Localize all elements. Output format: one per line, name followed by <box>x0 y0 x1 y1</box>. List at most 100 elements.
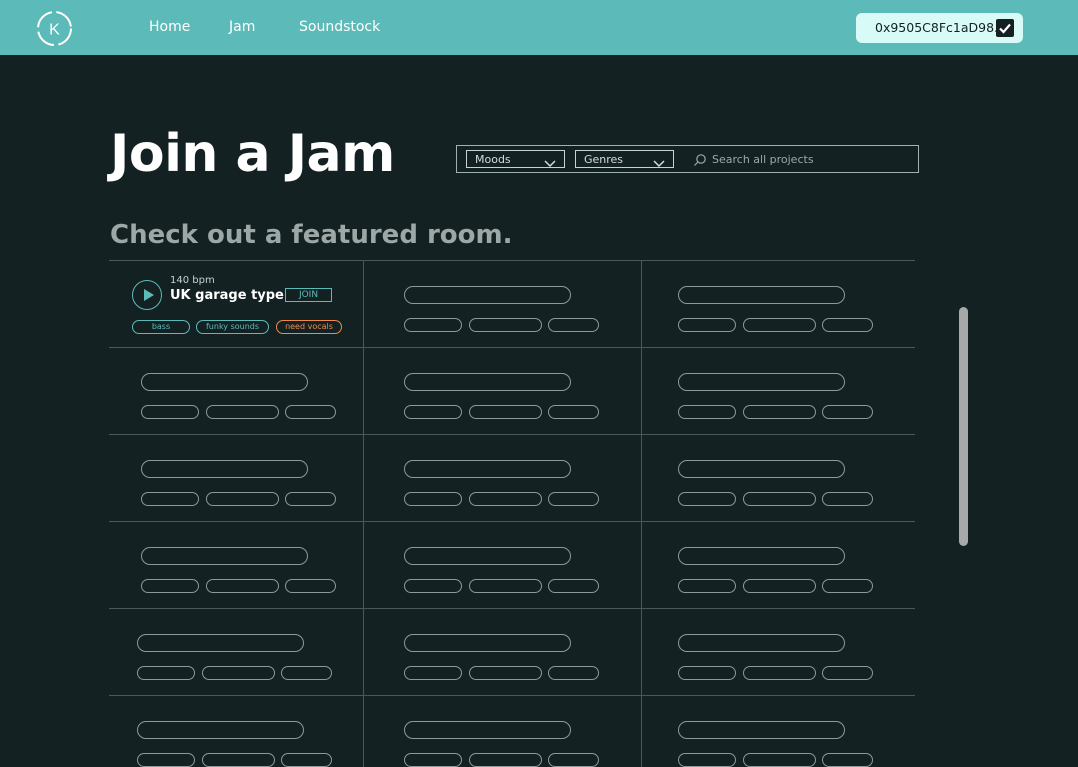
room-grid <box>109 260 915 767</box>
genres-dropdown-label: Genres <box>584 153 624 166</box>
placeholder-tag <box>678 318 736 332</box>
placeholder-tag <box>822 666 873 680</box>
placeholder-tag <box>404 492 462 506</box>
placeholder-tag <box>822 579 873 593</box>
tag-need-vocals[interactable]: need vocals <box>276 320 342 334</box>
search-icon <box>693 152 707 166</box>
placeholder-tag <box>548 318 599 332</box>
placeholder-title-bar <box>141 460 308 478</box>
placeholder-tag <box>678 753 736 767</box>
placeholder-tag <box>285 579 336 593</box>
placeholder-tag <box>141 492 199 506</box>
placeholder-tag <box>548 492 599 506</box>
moods-dropdown-label: Moods <box>475 153 511 166</box>
join-button[interactable]: JOIN <box>285 288 332 302</box>
check-icon <box>996 19 1014 37</box>
placeholder-title-bar <box>678 721 845 739</box>
placeholder-title-bar <box>404 547 571 565</box>
placeholder-tag <box>678 666 736 680</box>
grid-divider <box>109 347 915 348</box>
placeholder-tag <box>678 579 736 593</box>
placeholder-tag <box>281 666 332 680</box>
moods-dropdown[interactable]: Moods <box>466 150 565 168</box>
grid-divider <box>363 260 364 767</box>
logo-letter: K <box>49 22 60 39</box>
tag-bass[interactable]: bass <box>132 320 190 334</box>
placeholder-tag <box>822 318 873 332</box>
search-input[interactable] <box>712 150 912 168</box>
wallet-address: 0x9505C8Fc1aD98... <box>875 20 1006 35</box>
grid-divider <box>109 695 915 696</box>
placeholder-tag <box>548 666 599 680</box>
placeholder-title-bar <box>678 286 845 304</box>
nav-link-home[interactable]: Home <box>149 19 190 35</box>
placeholder-tag <box>202 753 275 767</box>
placeholder-tag <box>469 666 542 680</box>
placeholder-tag <box>822 405 873 419</box>
placeholder-tag <box>404 579 462 593</box>
placeholder-tag <box>469 579 542 593</box>
placeholder-title-bar <box>137 721 304 739</box>
placeholder-title-bar <box>404 286 571 304</box>
placeholder-tag <box>469 405 542 419</box>
placeholder-tag <box>743 666 816 680</box>
placeholder-title-bar <box>404 634 571 652</box>
placeholder-tag <box>141 579 199 593</box>
placeholder-title-bar <box>678 547 845 565</box>
placeholder-tag <box>137 753 195 767</box>
room-name: UK garage type <box>170 288 284 303</box>
placeholder-tag <box>548 579 599 593</box>
play-button[interactable] <box>132 280 162 310</box>
placeholder-tag <box>206 405 279 419</box>
placeholder-tag <box>404 318 462 332</box>
placeholder-title-bar <box>678 373 845 391</box>
placeholder-tag <box>404 753 462 767</box>
grid-divider <box>641 260 642 767</box>
placeholder-tag <box>281 753 332 767</box>
placeholder-tag <box>469 753 542 767</box>
placeholder-tag <box>822 753 873 767</box>
room-bpm: 140 bpm <box>170 275 215 286</box>
genres-dropdown[interactable]: Genres <box>575 150 674 168</box>
placeholder-title-bar <box>141 373 308 391</box>
placeholder-tag <box>469 492 542 506</box>
scrollbar-thumb[interactable] <box>959 307 968 546</box>
placeholder-tag <box>743 579 816 593</box>
placeholder-tag <box>404 666 462 680</box>
logo-icon[interactable]: K <box>36 10 73 47</box>
placeholder-title-bar <box>678 460 845 478</box>
nav-link-jam[interactable]: Jam <box>229 19 255 35</box>
placeholder-tag <box>202 666 275 680</box>
placeholder-tag <box>285 405 336 419</box>
placeholder-tag <box>469 318 542 332</box>
placeholder-tag <box>743 318 816 332</box>
chevron-down-icon <box>653 154 665 168</box>
placeholder-tag <box>206 579 279 593</box>
placeholder-tag <box>743 492 816 506</box>
placeholder-title-bar <box>404 721 571 739</box>
nav-link-soundstock[interactable]: Soundstock <box>299 19 380 35</box>
page-title: Join a Jam <box>110 124 395 184</box>
play-icon <box>144 289 154 301</box>
placeholder-tag <box>548 405 599 419</box>
placeholder-title-bar <box>141 547 308 565</box>
placeholder-tag <box>137 666 195 680</box>
placeholder-title-bar <box>678 634 845 652</box>
placeholder-tag <box>743 405 816 419</box>
placeholder-title-bar <box>137 634 304 652</box>
grid-divider <box>109 434 915 435</box>
wallet-button[interactable]: 0x9505C8Fc1aD98... <box>856 13 1023 43</box>
filter-bar: Moods Genres <box>456 145 919 173</box>
top-nav-bar: K Home Jam Soundstock 0x9505C8Fc1aD98... <box>0 0 1078 55</box>
placeholder-tag <box>206 492 279 506</box>
grid-divider <box>109 260 915 261</box>
placeholder-tag <box>678 405 736 419</box>
placeholder-title-bar <box>404 373 571 391</box>
featured-room-heading: Check out a featured room. <box>110 220 513 250</box>
placeholder-title-bar <box>404 460 571 478</box>
placeholder-tag <box>404 405 462 419</box>
placeholder-tag <box>285 492 336 506</box>
placeholder-tag <box>678 492 736 506</box>
tag-funky-sounds[interactable]: funky sounds <box>196 320 269 334</box>
chevron-down-icon <box>544 154 556 168</box>
